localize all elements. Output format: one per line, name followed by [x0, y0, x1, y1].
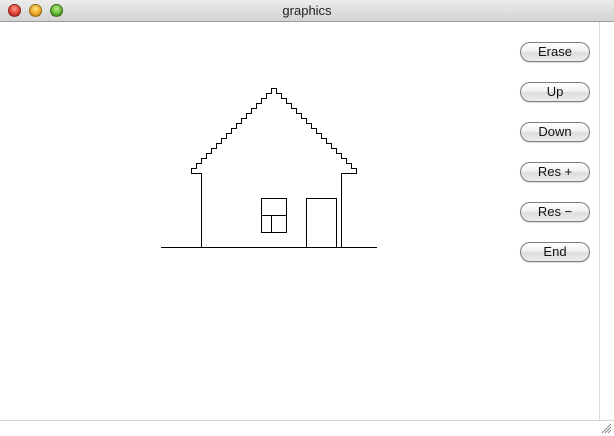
up-button[interactable]: Up [520, 82, 590, 102]
house-door [306, 198, 337, 247]
res-plus-button[interactable]: Res + [520, 162, 590, 182]
end-button[interactable]: End [520, 242, 590, 262]
erase-button[interactable]: Erase [520, 42, 590, 62]
title-bar[interactable]: graphics [0, 0, 614, 22]
down-button[interactable]: Down [520, 122, 590, 142]
resize-grip-icon[interactable] [601, 423, 612, 434]
house-drawing [161, 88, 377, 248]
house-outline [191, 88, 357, 247]
window-title: graphics [282, 3, 332, 18]
app-window: graphics Erase Up Down Res + Res − End [0, 0, 614, 436]
res-minus-button[interactable]: Res − [520, 202, 590, 222]
status-bar [0, 420, 614, 436]
canvas-right-edge [599, 22, 600, 420]
